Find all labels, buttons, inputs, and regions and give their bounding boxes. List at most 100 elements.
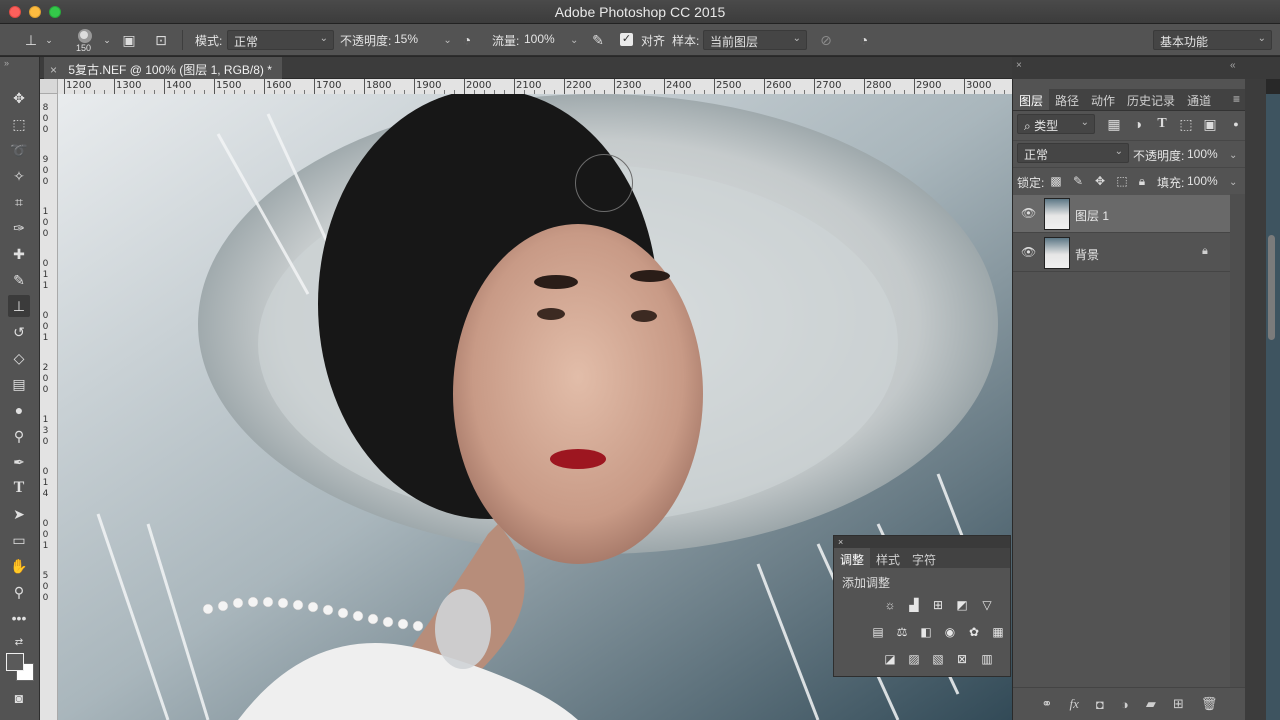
add-mask-icon[interactable]: ◘ (1096, 697, 1104, 712)
blend-mode-dropdown[interactable]: 正常 ⌄ (1017, 143, 1129, 163)
pen-tool-icon[interactable]: ✒ (8, 451, 30, 473)
layer-filter-dropdown[interactable]: ⌕ 类型 ⌄ (1017, 114, 1095, 134)
close-panel-icon[interactable]: × (838, 537, 843, 547)
threshold-icon[interactable]: ▧ (930, 651, 946, 667)
tab-actions[interactable]: 动作 (1085, 89, 1121, 110)
lock-position-icon[interactable]: ✥ (1091, 172, 1109, 190)
filter-adjustment-icon[interactable]: ◑ (1129, 115, 1147, 133)
foreground-color-swatch[interactable] (6, 653, 24, 671)
sample-dropdown[interactable]: 当前图层 ⌄ (703, 30, 807, 50)
selective-color-icon[interactable]: ⊠ (954, 651, 970, 667)
color-swatches[interactable] (6, 653, 34, 681)
blur-tool-icon[interactable]: ● (8, 399, 30, 421)
visibility-eye-icon[interactable]: 👁︎ (1021, 245, 1036, 259)
invert-icon[interactable]: ◪ (882, 651, 898, 667)
clone-stamp-tool-icon[interactable]: ⊥ (8, 295, 30, 317)
dodge-tool-icon[interactable]: ⚲ (8, 425, 30, 447)
align-checkbox[interactable]: ✓ (620, 33, 633, 46)
close-document-icon[interactable]: × (50, 63, 57, 77)
tab-styles[interactable]: 样式 (870, 548, 906, 568)
tab-paths[interactable]: 路径 (1049, 89, 1085, 110)
eyedropper-tool-icon[interactable]: ✑ (8, 217, 30, 239)
curves-icon[interactable]: ⊞ (930, 597, 946, 613)
levels-icon[interactable]: ▟ (906, 597, 922, 613)
layer-row[interactable]: 👁︎ 背景 🔒︎ (1013, 234, 1230, 272)
lock-transparent-icon[interactable]: ▩ (1047, 172, 1065, 190)
color-balance-icon[interactable]: ⚖ (894, 624, 910, 640)
link-layers-icon[interactable]: ⚭ (1042, 696, 1053, 712)
new-group-icon[interactable]: ▰ (1146, 696, 1156, 712)
fx-icon[interactable]: fx (1070, 696, 1079, 712)
channel-mixer-icon[interactable]: ✿ (966, 624, 982, 640)
black-white-icon[interactable]: ◧ (918, 624, 934, 640)
airbrush-icon[interactable]: ✎ (589, 31, 607, 49)
quick-mask-icon[interactable]: ◙ (8, 687, 30, 709)
posterize-icon[interactable]: ▨ (906, 651, 922, 667)
pressure-opacity-icon[interactable]: ◔ (458, 31, 476, 49)
rectangle-tool-icon[interactable]: ▭ (8, 529, 30, 551)
filter-type-icon[interactable]: T (1153, 115, 1171, 133)
clone-stamp-tool-icon[interactable]: ⊥ (22, 31, 40, 49)
tab-history[interactable]: 历史记录 (1121, 89, 1181, 110)
workspace-dropdown[interactable]: 基本功能 ⌄ (1153, 30, 1272, 50)
filter-smart-object-icon[interactable]: ▣ (1201, 115, 1219, 133)
swap-colors-icon[interactable]: ⇄ (8, 631, 30, 653)
ruler-origin[interactable] (40, 79, 58, 94)
collapse-panel-icon[interactable]: « (1230, 60, 1236, 71)
chevron-down-icon[interactable]: ⌄ (40, 31, 58, 49)
vibrance-icon[interactable]: ▽ (979, 597, 995, 613)
more-tools-icon[interactable]: ••• (8, 607, 30, 629)
marquee-tool-icon[interactable]: ⬚ (8, 113, 30, 135)
toggle-brush-panel-icon[interactable]: ▣ (120, 31, 138, 49)
move-tool-icon[interactable]: ✥ (8, 87, 30, 109)
panel-menu-icon[interactable]: ≡ (1227, 89, 1246, 110)
horizontal-ruler[interactable]: 1200 1300 1400 1500 1600 1700 1800 1900 2000 2100… (58, 79, 1012, 94)
brush-tool-icon[interactable]: ✎ (8, 269, 30, 291)
filter-pixel-icon[interactable]: ▦ (1105, 115, 1123, 133)
layers-scrollbar[interactable] (1230, 194, 1246, 687)
hand-tool-icon[interactable]: ✋ (8, 555, 30, 577)
trash-icon[interactable]: 🗑︎ (1201, 696, 1218, 712)
document-tab[interactable]: × 5复古.NEF @ 100% (图层 1, RGB/8) * (44, 57, 282, 79)
tab-character[interactable]: 字符 (906, 548, 942, 568)
vertical-ruler[interactable]: 800900100011001200130014001500 (40, 94, 58, 720)
layer-name[interactable]: 背景 (1075, 246, 1099, 263)
type-tool-icon[interactable]: T (8, 477, 30, 499)
crop-tool-icon[interactable]: ⌗ (8, 191, 30, 213)
tab-channels[interactable]: 通道 (1181, 89, 1217, 110)
brightness-contrast-icon[interactable]: ☼ (882, 597, 898, 613)
new-layer-icon[interactable]: ⊞ (1173, 696, 1184, 712)
exposure-icon[interactable]: ◩ (954, 597, 970, 613)
lock-image-icon[interactable]: ✎ (1069, 172, 1087, 190)
mode-dropdown[interactable]: 正常 ⌄ (227, 30, 334, 50)
photo-filter-icon[interactable]: ◉ (942, 624, 958, 640)
gradient-map-icon[interactable]: ▥ (979, 651, 995, 667)
eraser-tool-icon[interactable]: ◇ (8, 347, 30, 369)
healing-brush-tool-icon[interactable]: ✚ (8, 243, 30, 265)
filter-shape-icon[interactable]: ⬚ (1177, 115, 1195, 133)
toggle-clone-source-icon[interactable]: ⊡ (152, 31, 170, 49)
flow-field[interactable]: 100% ⌄ (524, 32, 578, 46)
layer-name[interactable]: 图层 1 (1075, 207, 1109, 224)
ignore-adjustment-layers-icon[interactable]: ⊘ (817, 31, 835, 49)
fill-field[interactable]: 100% ⌄ (1187, 174, 1237, 188)
collapse-toolbar-icon[interactable]: » (4, 58, 9, 68)
pressure-size-icon[interactable]: ◔ (855, 31, 873, 49)
gradient-tool-icon[interactable]: ▤ (8, 373, 30, 395)
quick-selection-tool-icon[interactable]: ✧ (8, 165, 30, 187)
layer-row[interactable]: 👁︎ 图层 1 (1013, 195, 1230, 233)
path-selection-tool-icon[interactable]: ➤ (8, 503, 30, 525)
chevron-down-icon[interactable]: ⌄ (98, 31, 116, 49)
tab-adjustments[interactable]: 调整 (834, 548, 871, 568)
tab-layers[interactable]: 图层 (1013, 89, 1050, 110)
canvas-scroll-thumb[interactable] (1268, 235, 1275, 340)
new-adjustment-layer-icon[interactable]: ◑ (1121, 697, 1129, 712)
lock-all-icon[interactable]: 🔒︎ (1133, 172, 1151, 190)
visibility-eye-icon[interactable]: 👁︎ (1021, 206, 1036, 220)
layer-opacity-field[interactable]: 100% ⌄ (1187, 147, 1237, 161)
hue-saturation-icon[interactable]: ▤ (870, 624, 886, 640)
lasso-tool-icon[interactable]: ➰ (8, 139, 30, 161)
color-lookup-icon[interactable]: ▦ (990, 624, 1006, 640)
lock-artboard-icon[interactable]: ⬚ (1113, 172, 1131, 190)
history-brush-tool-icon[interactable]: ↺ (8, 321, 30, 343)
